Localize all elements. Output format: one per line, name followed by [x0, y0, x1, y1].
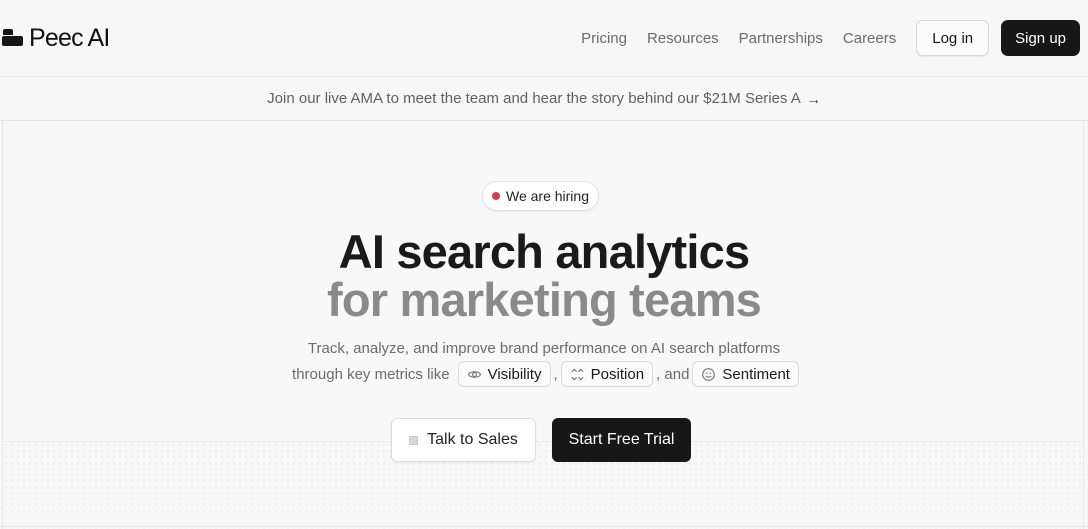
dot-pattern-background [3, 442, 1083, 529]
position-icon [570, 367, 585, 382]
eye-icon [467, 367, 482, 382]
top-navbar: Peec AI Pricing Resources Partnerships C… [0, 0, 1088, 76]
arrow-right-icon: → [806, 90, 821, 107]
login-button[interactable]: Log in [916, 20, 990, 56]
metric-label-position: Position [590, 365, 645, 383]
comma-separator: , [553, 365, 558, 383]
and-separator: , and [656, 365, 690, 383]
square-icon [409, 435, 419, 445]
smiley-icon [701, 367, 716, 382]
hiring-badge[interactable]: We are hiring [482, 181, 599, 211]
metric-chip-sentiment[interactable]: Sentiment [692, 361, 799, 387]
metric-label-sentiment: Sentiment [722, 365, 790, 383]
nav-link-pricing[interactable]: Pricing [581, 30, 627, 47]
signup-button[interactable]: Sign up [1001, 20, 1080, 56]
brand-name: Peec AI [29, 23, 110, 52]
metric-chip-position[interactable]: Position [560, 361, 654, 387]
hiring-badge-label: We are hiring [505, 188, 589, 204]
talk-to-sales-button[interactable]: Talk to Sales [391, 418, 536, 462]
status-dot-icon [491, 192, 500, 200]
hero-title-line2: for marketing teams [326, 273, 762, 326]
announcement-text: Join our live AMA to meet the team and h… [267, 90, 801, 107]
hero-subtitle-line2: through key metrics like Visibility , Po… [0, 361, 1088, 387]
talk-to-sales-label: Talk to Sales [427, 431, 518, 448]
metric-chip-visibility[interactable]: Visibility [457, 361, 551, 387]
nav-link-partnerships[interactable]: Partnerships [739, 30, 823, 47]
nav-link-resources[interactable]: Resources [647, 30, 719, 47]
hero-subtitle-line1: Track, analyze, and improve brand perfor… [307, 340, 781, 357]
bottom-divider [0, 526, 1088, 527]
nav-menu: Pricing Resources Partnerships Careers L… [581, 20, 1080, 56]
start-free-trial-button[interactable]: Start Free Trial [552, 418, 691, 462]
brand-logo[interactable]: Peec AI [2, 24, 110, 53]
subtitle-prefix: through key metrics like [292, 365, 450, 383]
peec-logo-icon [2, 28, 23, 48]
metric-label-visibility: Visibility [487, 365, 542, 383]
nav-link-careers[interactable]: Careers [843, 30, 896, 47]
announcement-banner[interactable]: Join our live AMA to meet the team and h… [0, 76, 1088, 121]
